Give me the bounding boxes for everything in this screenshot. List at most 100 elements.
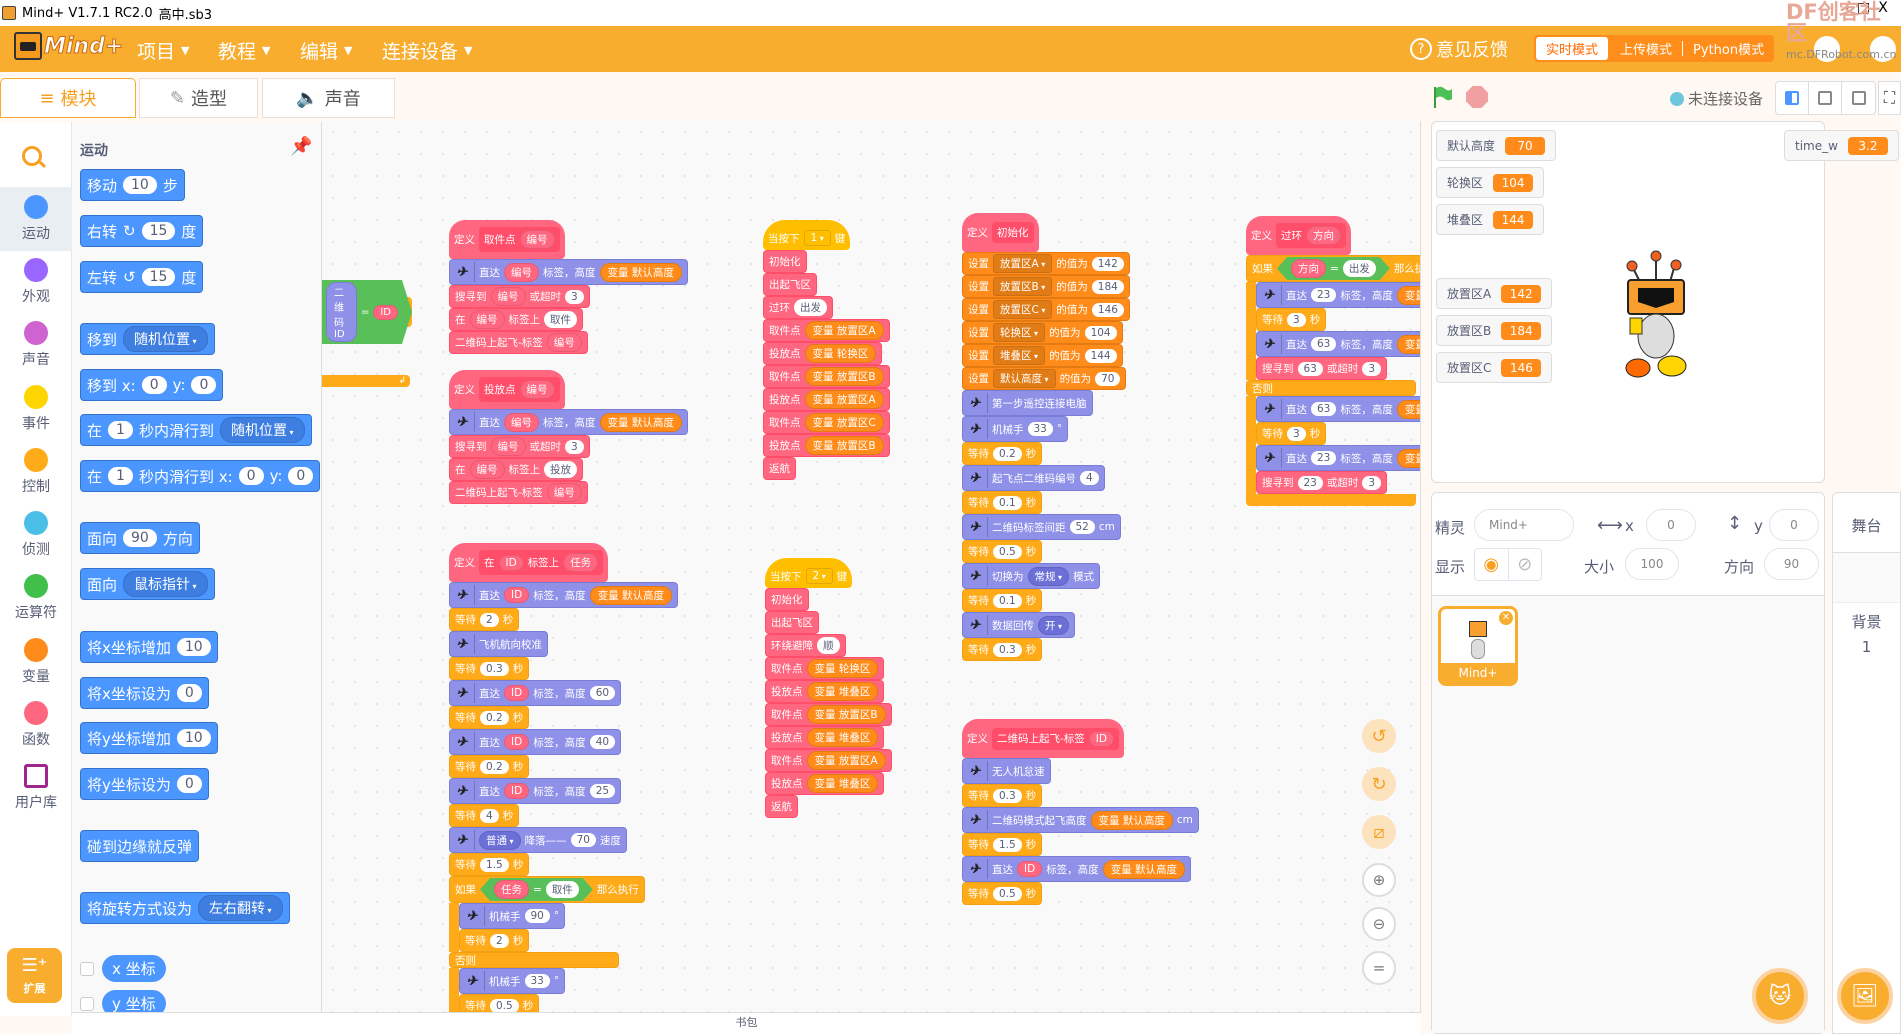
drone-block[interactable]: ✈ 直达 ID 标签，高度 变量 默认高度 (449, 582, 679, 608)
value-input[interactable]: 4 (480, 808, 499, 823)
value-input[interactable]: 0.5 (490, 998, 519, 1012)
menu-edit[interactable]: 编辑 ▼ (300, 37, 352, 64)
custom-block[interactable]: 二维码上起飞-标签 编号 (449, 481, 588, 504)
variable-reporter[interactable]: 变量 默认高度 (1396, 285, 1420, 305)
value-input[interactable]: 40 (589, 735, 616, 749)
drone-block[interactable]: ✈ 直达 63标签，高度变量 默认高度 (1256, 331, 1420, 357)
dropdown[interactable]: 常规 (1027, 566, 1070, 586)
dropdown[interactable]: 开 (1038, 615, 1070, 635)
value-input[interactable]: 0.5 (993, 886, 1022, 901)
drone-block[interactable]: ✈ 直达 编号 标签，高度 变量 默认高度 (449, 409, 688, 435)
zoom-out-icon[interactable]: ⊖ (1362, 907, 1396, 941)
variable-monitor[interactable]: 放置区C 146 (1436, 352, 1553, 383)
number-input[interactable]: 1 (108, 421, 133, 439)
custom-block[interactable]: 搜寻到 63 或超时 3 (1256, 357, 1388, 380)
custom-block[interactable]: 出起飞区 (765, 611, 819, 634)
else-label[interactable]: 否则 (449, 952, 619, 968)
drone-block[interactable]: ✈ 切换为常规模式 (962, 563, 1101, 589)
set-variable-block[interactable]: 设置放置区B的值为184 (962, 275, 1130, 298)
palette-block[interactable]: 面向 鼠标指针 (80, 568, 215, 600)
argument-reporter[interactable]: ID (504, 783, 530, 799)
value-input[interactable]: 2 (490, 933, 509, 948)
drone-block[interactable]: ✈ 直达 ID 标签，高度 25 (449, 778, 622, 804)
tab-blocks[interactable]: ≡ 模块 (0, 78, 136, 118)
variable-monitor[interactable]: 堆叠区 144 (1436, 204, 1545, 235)
palette-block[interactable]: 移到 x: 0 y: 0 (80, 369, 224, 401)
value-input[interactable]: 23 (1311, 288, 1337, 302)
zoom-in-icon[interactable]: ⊕ (1362, 863, 1396, 897)
control-block[interactable]: 等待 0.2 秒 (449, 755, 530, 778)
value-input[interactable]: 3 (1362, 361, 1382, 376)
value-input[interactable]: 63 (1311, 402, 1337, 416)
category-0[interactable]: 运动 (0, 187, 72, 251)
value-input[interactable]: 取件 (546, 881, 579, 898)
custom-block[interactable]: 投放点 变量 轮换区 (763, 342, 883, 365)
monitor-checkbox[interactable] (80, 996, 94, 1011)
custom-block[interactable]: 在编号 标签上 取件 (449, 308, 583, 331)
variable-reporter[interactable]: 变量 默认高度 (599, 262, 682, 282)
number-input[interactable]: 15 (141, 222, 176, 240)
number-input[interactable]: 0 (176, 775, 202, 793)
variable-monitor[interactable]: 轮换区 104 (1436, 167, 1545, 198)
custom-block[interactable]: 初始化 (763, 250, 807, 273)
value-input[interactable]: 23 (1297, 475, 1323, 490)
value-input[interactable]: 0.3 (480, 661, 509, 676)
add-backdrop-icon[interactable]: 🖼 (1837, 968, 1893, 1024)
custom-block[interactable]: 返航 (765, 795, 798, 818)
mode-python[interactable]: Python模式 (1683, 35, 1774, 62)
value-input[interactable]: 3 (1287, 426, 1306, 441)
value-input[interactable]: 144 (1084, 348, 1117, 363)
drone-block[interactable]: ✈ 数据回传开 (962, 612, 1076, 638)
reporter-block[interactable]: x 坐标 (102, 955, 166, 982)
number-input[interactable]: 0 (176, 684, 202, 702)
small-stage-layout-icon[interactable] (1776, 82, 1809, 114)
when-key-pressed-hat[interactable]: 当按下1键 (763, 220, 851, 250)
category-7[interactable]: 变量 (0, 630, 72, 694)
y-input[interactable]: 0 (1769, 509, 1819, 541)
boolean-condition[interactable]: 任务 = 取件 (480, 878, 593, 901)
category-2[interactable]: 声音 (0, 313, 72, 377)
custom-block[interactable]: 在编号 标签上 投放 (449, 458, 583, 481)
dropdown[interactable]: 放置区A (993, 254, 1053, 273)
variable-reporter[interactable]: 变量 轮换区 (804, 344, 877, 363)
argument-reporter[interactable]: 编号 (504, 412, 539, 432)
variable-reporter[interactable]: 变量 堆叠区 (806, 728, 879, 747)
partial-script-block[interactable]: 二维码ID = ID (322, 297, 412, 327)
number-input[interactable]: 10 (123, 176, 157, 194)
key-dropdown[interactable]: 2 (805, 568, 833, 584)
define-hat-block[interactable]: 定义 二维码上起飞-标签 ID (962, 719, 1124, 758)
custom-block[interactable]: 二维码上起飞-标签 编号 (449, 331, 588, 354)
size-input[interactable]: 100 (1625, 548, 1679, 580)
variable-reporter[interactable]: 变量 默认高度 (589, 585, 673, 605)
argument-reporter[interactable]: 编号 (546, 483, 582, 502)
number-input[interactable]: 90 (123, 529, 157, 547)
palette-block[interactable]: 左转 ↺ 15 度 (80, 261, 204, 293)
script-stack[interactable]: 定义初始化设置放置区A的值为142设置放置区B的值为184设置放置区C的值为14… (962, 213, 1130, 661)
pin-icon[interactable]: 📌 (290, 136, 312, 157)
argument-reporter[interactable]: ID (504, 685, 530, 701)
control-block[interactable]: 等待 2 秒 (459, 929, 530, 952)
custom-block[interactable]: 搜寻到 编号 或超时 3 (449, 285, 590, 308)
value-input[interactable]: 142 (1091, 256, 1124, 271)
category-4[interactable]: 控制 (0, 440, 72, 504)
value-input[interactable]: 0.2 (480, 759, 509, 774)
fullscreen-icon[interactable]: ⛶ (1878, 81, 1901, 115)
category-5[interactable]: 侦测 (0, 503, 72, 567)
custom-block[interactable]: 搜寻到 编号 或超时 3 (449, 435, 590, 458)
palette-block[interactable]: 移动 10 步 (80, 169, 185, 201)
value-input[interactable]: 1.5 (993, 837, 1022, 852)
eye-show-icon[interactable]: ◉ (1475, 549, 1509, 580)
palette-block[interactable]: 将y坐标增加 10 (80, 722, 218, 754)
palette-block[interactable]: 将x坐标设为 0 (80, 677, 209, 709)
value-input[interactable]: 3 (1362, 475, 1382, 490)
number-input[interactable]: 0 (288, 467, 314, 485)
control-block[interactable]: 等待 0.3 秒 (962, 784, 1043, 807)
number-input[interactable]: 0 (238, 467, 264, 485)
value-input[interactable]: 顺 (817, 637, 840, 654)
drone-block[interactable]: ✈ 直达 23标签，高度变量 默认高度 (1256, 282, 1420, 308)
custom-block[interactable]: 过环 出发 (763, 296, 833, 319)
drone-block[interactable]: ✈ 机械手 33 ° (459, 968, 566, 994)
dropdown[interactable]: 放置区B (993, 277, 1053, 296)
control-block[interactable]: 等待 3 秒 (1256, 422, 1327, 445)
value-input[interactable]: 33 (1027, 422, 1053, 436)
